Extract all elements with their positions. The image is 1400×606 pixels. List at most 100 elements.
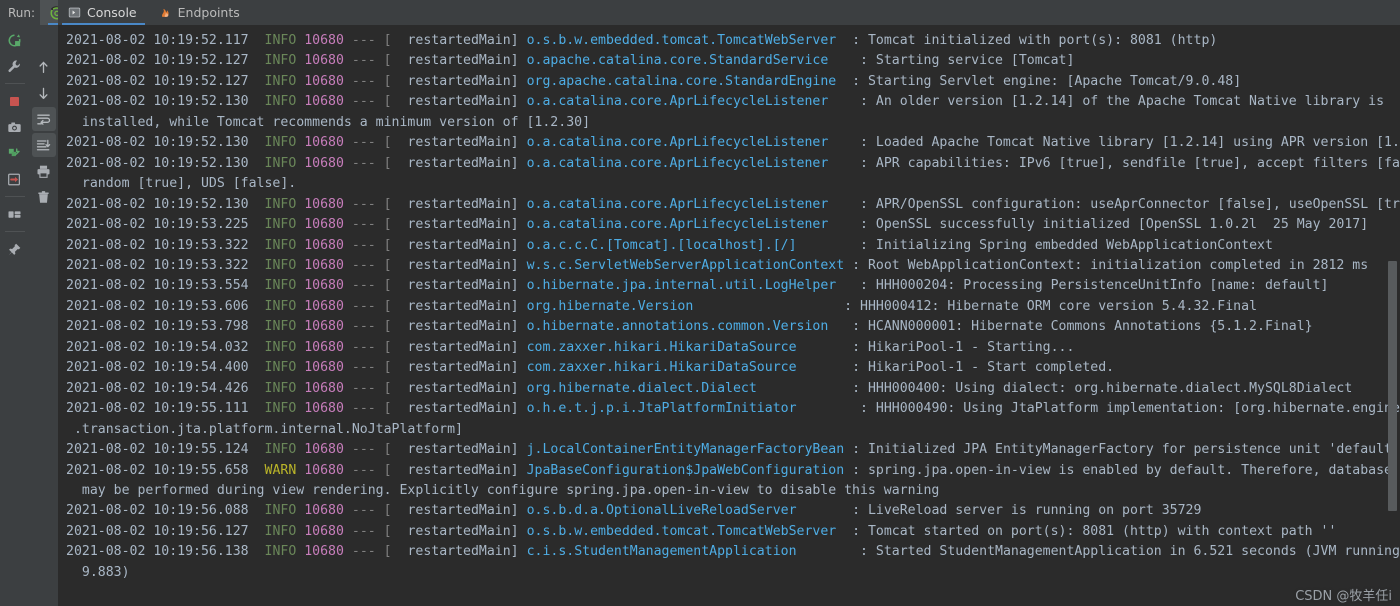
log-info-token: INFO <box>264 217 297 233</box>
log-ts-token <box>344 74 352 89</box>
camera-icon[interactable] <box>3 115 27 139</box>
log-thread-token: restartedMain] <box>391 319 527 335</box>
log-cont-token: installed, while Tomcat recommends a min… <box>66 114 591 130</box>
log-ts-token <box>344 53 352 68</box>
log-thread-token: restartedMain] <box>391 33 527 48</box>
log-ts-token: 2021-08-02 10:19:52.130 <box>66 135 265 151</box>
log-info-token: INFO <box>264 401 297 417</box>
log-continuation-line: installed, while Tomcat recommends a min… <box>66 113 1400 133</box>
log-warn-token: WARN <box>264 462 297 478</box>
log-logger-token: w.s.c.ServletWebServerApplicationContext <box>526 257 845 273</box>
stop-icon[interactable] <box>3 89 27 113</box>
log-thread-token: restartedMain] <box>391 217 527 233</box>
log-ts-token <box>344 319 352 334</box>
toolbar-divider <box>4 196 25 197</box>
log-logger-token: c.i.s.StudentManagementApplication <box>526 544 797 560</box>
log-msg-token: : HCANN000001: Hibernate Commons Annotat… <box>828 319 1313 335</box>
layout-icon[interactable] <box>3 202 27 226</box>
log-info-token: INFO <box>264 319 297 335</box>
wrench-icon[interactable] <box>3 54 27 78</box>
log-pid-token: 10680 <box>304 196 344 212</box>
log-cont-token: 9.883) <box>66 564 130 580</box>
log-info-token: INFO <box>264 33 297 48</box>
log-ts-token: 2021-08-02 10:19:54.032 <box>66 339 265 355</box>
log-logger-token: o.h.e.t.j.p.i.JtaPlatformInitiator <box>526 401 797 417</box>
print-icon[interactable] <box>32 159 56 183</box>
log-entry-line: 2021-08-02 10:19:53.606 INFO 10680 --- [… <box>66 297 1400 317</box>
log-msg-token: : Started StudentManagementApplication i… <box>796 544 1400 560</box>
log-cont-token: may be performed during view rendering. … <box>66 482 940 498</box>
log-thread-token: restartedMain] <box>391 53 527 69</box>
log-continuation-line: may be performed during view rendering. … <box>66 481 1400 501</box>
trash-icon[interactable] <box>32 185 56 209</box>
log-ts-token <box>344 503 352 518</box>
exit-icon[interactable] <box>3 167 27 191</box>
log-pid-token: 10680 <box>304 360 344 376</box>
log-thread-token: restartedMain] <box>391 73 527 89</box>
vertical-scrollbar[interactable] <box>1387 25 1398 606</box>
log-entry-line: 2021-08-02 10:19:52.130 INFO 10680 --- [… <box>66 154 1400 174</box>
thread-dump-icon[interactable] <box>3 141 27 165</box>
log-logger-token: org.hibernate.Version <box>526 298 694 314</box>
log-ts-token <box>344 258 352 273</box>
log-info-token: INFO <box>264 278 297 294</box>
watermark: CSDN @牧羊任i <box>1295 589 1392 604</box>
scroll-to-end-icon[interactable] <box>31 133 56 157</box>
log-ts-token: 2021-08-02 10:19:53.322 <box>66 257 265 273</box>
log-logger-token: o.a.c.c.C.[Tomcat].[localhost].[/] <box>526 237 797 253</box>
console-output[interactable]: 2021-08-02 10:19:52.117 INFO 10680 --- [… <box>58 25 1400 606</box>
arrow-up-icon[interactable] <box>32 55 56 79</box>
log-dash-token: --- [ <box>351 257 392 273</box>
log-info-token: INFO <box>264 380 297 396</box>
log-cont-token: .transaction.jta.platform.internal.NoJta… <box>66 421 463 437</box>
tab-endpoints[interactable]: Endpoints <box>149 0 252 25</box>
log-pid-token: 10680 <box>304 442 344 458</box>
log-info-token: INFO <box>264 196 297 212</box>
log-ts-token <box>344 94 352 109</box>
log-msg-token: : Starting Servlet engine: [Apache Tomca… <box>836 73 1242 89</box>
log-ts-token <box>344 156 352 171</box>
arrow-down-icon[interactable] <box>32 81 56 105</box>
log-continuation-line: 9.883) <box>66 563 1400 583</box>
scrollbar-thumb[interactable] <box>1388 261 1397 511</box>
log-ts-token: 2021-08-02 10:19:56.088 <box>66 503 265 519</box>
log-dash-token: --- [ <box>351 155 392 171</box>
log-msg-token: : HikariPool-1 - Starting... <box>796 339 1075 355</box>
log-msg-token: : Starting service [Tomcat] <box>828 53 1075 69</box>
log-ts-token <box>344 197 352 212</box>
console-actions-toolbar <box>29 25 58 606</box>
tab-console[interactable]: Console <box>58 0 149 25</box>
log-ts-token: 2021-08-02 10:19:52.127 <box>66 73 265 89</box>
log-pid-token: 10680 <box>304 237 344 253</box>
log-logger-token: o.a.catalina.core.AprLifecycleListener <box>526 217 829 233</box>
log-msg-token: : Loaded Apache Tomcat Native library [1… <box>828 135 1400 151</box>
run-actions-toolbar <box>0 25 29 606</box>
rerun-icon[interactable] <box>3 28 27 52</box>
log-ts-token: 2021-08-02 10:19:53.554 <box>66 278 265 294</box>
log-entry-line: 2021-08-02 10:19:53.798 INFO 10680 --- [… <box>66 317 1400 337</box>
run-window-body: Console Endpoints 2021-08-02 10:19:52.11… <box>0 0 1400 606</box>
log-msg-token: : OpenSSL successfully initialized [Open… <box>828 217 1369 233</box>
log-entry-line: 2021-08-02 10:19:54.032 INFO 10680 --- [… <box>66 338 1400 358</box>
log-entry-line: 2021-08-02 10:19:56.138 INFO 10680 --- [… <box>66 542 1400 562</box>
log-entry-line: 2021-08-02 10:19:55.658 WARN 10680 --- [… <box>66 461 1400 481</box>
log-dash-token: --- [ <box>351 94 392 110</box>
pin-icon[interactable] <box>3 237 27 261</box>
log-pid-token: 10680 <box>304 462 344 478</box>
log-pid-token: 10680 <box>304 319 344 335</box>
log-entry-line: 2021-08-02 10:19:56.127 INFO 10680 --- [… <box>66 522 1400 542</box>
log-dash-token: --- [ <box>351 73 392 89</box>
log-thread-token: restartedMain] <box>391 544 527 560</box>
log-logger-token: o.apache.catalina.core.StandardService <box>526 53 829 69</box>
log-dash-token: --- [ <box>351 33 392 48</box>
log-thread-token: restartedMain] <box>391 503 527 519</box>
log-logger-token: com.zaxxer.hikari.HikariDataSource <box>526 339 797 355</box>
console-icon <box>68 6 81 19</box>
soft-wrap-icon[interactable] <box>31 107 56 131</box>
log-dash-token: --- [ <box>351 298 392 314</box>
log-ts-token: 2021-08-02 10:19:56.127 <box>66 523 265 539</box>
log-dash-token: --- [ <box>351 360 392 376</box>
log-dash-token: --- [ <box>351 523 392 539</box>
log-logger-token: o.a.catalina.core.AprLifecycleListener <box>526 135 829 151</box>
log-info-token: INFO <box>264 544 297 560</box>
